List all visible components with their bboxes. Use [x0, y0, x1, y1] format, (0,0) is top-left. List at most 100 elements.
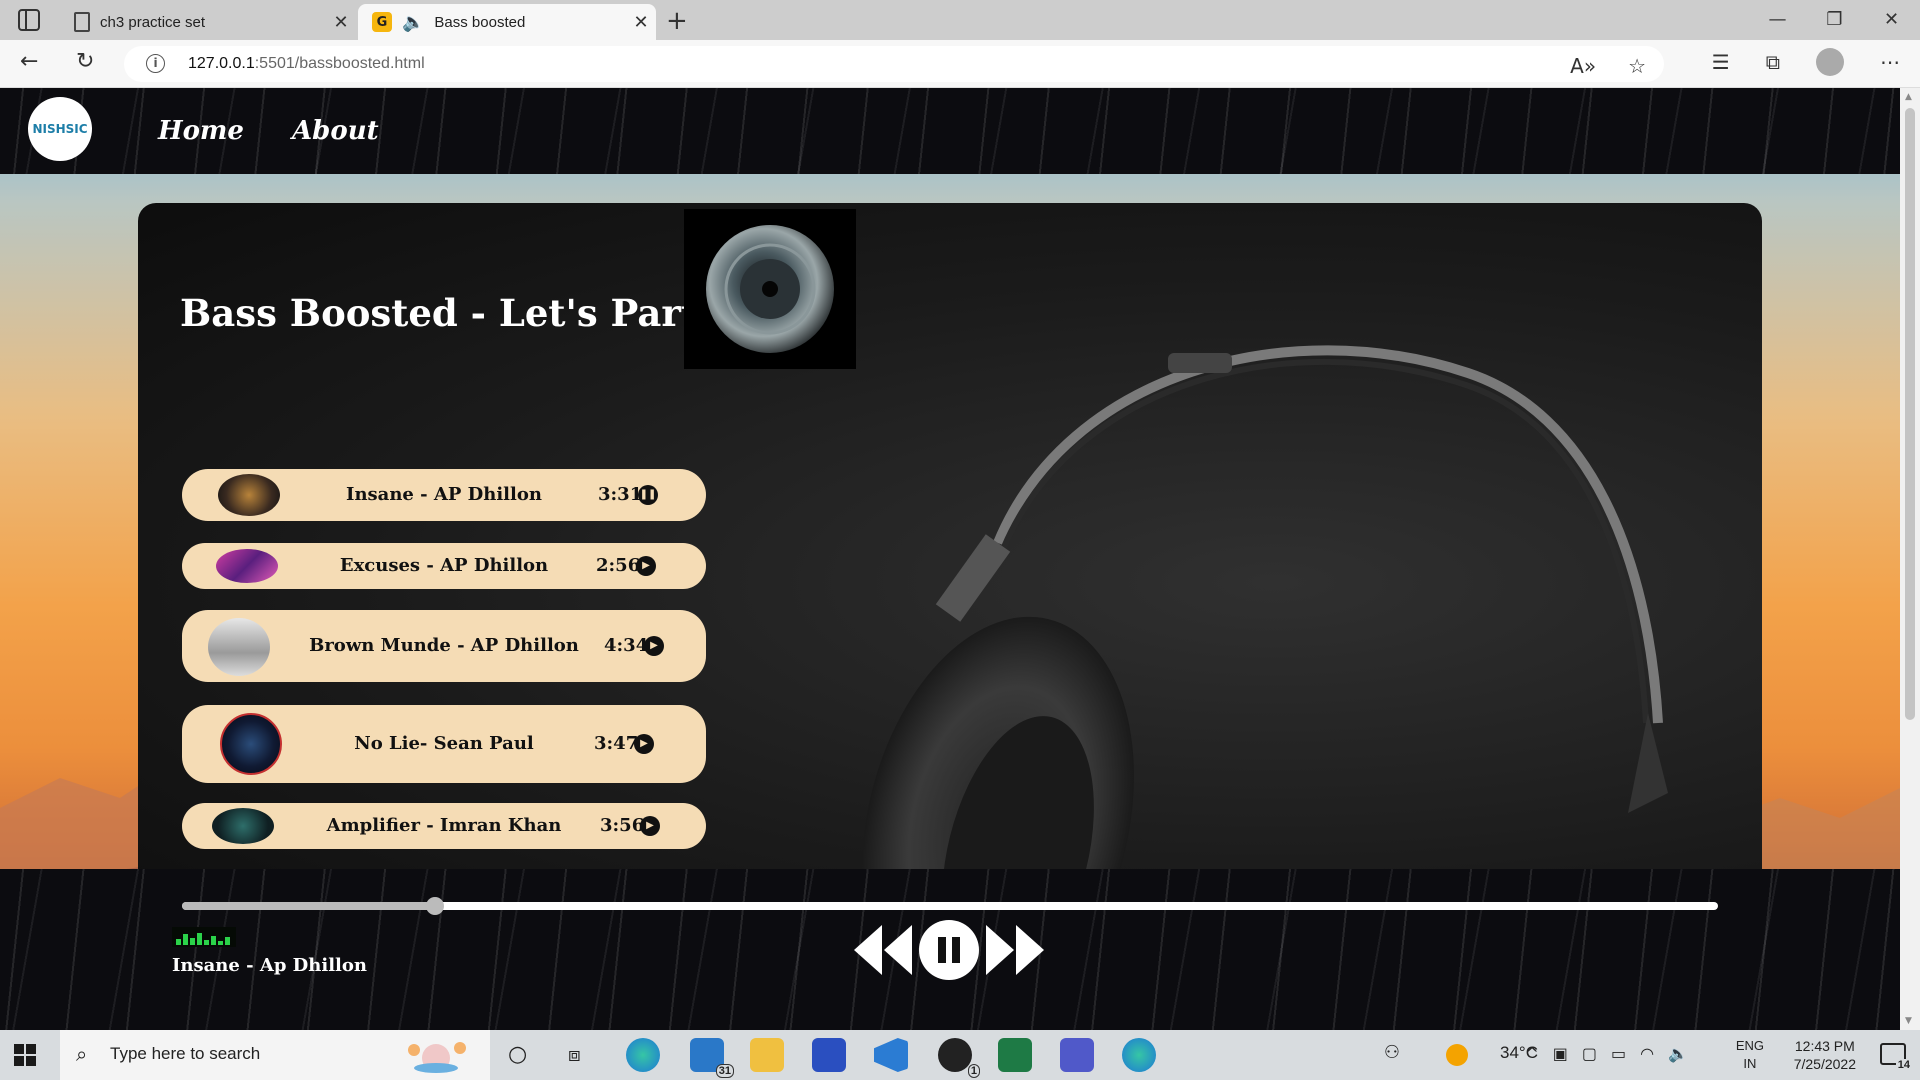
- search-highlight-icon: [408, 1042, 466, 1073]
- window-controls: — ❐ ✕: [1749, 0, 1920, 40]
- close-icon[interactable]: ✕: [1863, 0, 1920, 40]
- edge-icon[interactable]: [626, 1038, 660, 1072]
- address-bar-row: ← ↻ i 127.0.0.1:5501/bassboosted.html A»…: [0, 40, 1920, 88]
- browser-toolbar: ☰ ⧉ ⋯: [1712, 48, 1900, 76]
- tab-actions-icon[interactable]: [18, 9, 40, 31]
- logo-text: NISHSIC: [32, 122, 88, 136]
- song-duration: 2:56: [596, 555, 641, 576]
- nav-about-link[interactable]: About: [292, 116, 379, 146]
- collections-icon[interactable]: ⧉: [1766, 50, 1780, 74]
- song-item[interactable]: Insane - AP Dhillon 3:31 ❚❚: [182, 469, 706, 521]
- speaker-image: [684, 209, 856, 369]
- now-playing-title: Insane - Ap Dhillon: [172, 955, 367, 976]
- browser-tab-bar: ch3 practice set ✕ G 🔈 Bass boosted ✕ + …: [0, 0, 1920, 40]
- close-tab-icon[interactable]: ✕: [326, 12, 356, 33]
- progress-bar[interactable]: [182, 897, 1718, 915]
- chevron-up-icon[interactable]: ^: [1525, 1044, 1538, 1063]
- new-tab-button[interactable]: +: [666, 6, 688, 36]
- progress-knob[interactable]: [426, 897, 445, 915]
- song-duration: 3:47: [594, 733, 639, 754]
- equalizer-gif: [172, 927, 236, 947]
- more-menu-icon[interactable]: ⋯: [1880, 50, 1900, 74]
- task-view-icon[interactable]: ⧈: [568, 1042, 581, 1066]
- people-icon[interactable]: ⚇: [1384, 1042, 1400, 1063]
- song-item[interactable]: Brown Munde - AP Dhillon 4:34 ▶: [182, 610, 706, 682]
- page-scrollbar[interactable]: ▲ ▼: [1900, 88, 1920, 1030]
- meet-now-icon[interactable]: ▢: [1582, 1044, 1597, 1063]
- audio-playing-icon[interactable]: 🔈: [402, 12, 424, 33]
- notification-icon[interactable]: 14: [1880, 1043, 1912, 1071]
- file-explorer-icon[interactable]: [750, 1038, 784, 1072]
- page-icon: [74, 12, 90, 32]
- song-duration: 3:56: [600, 815, 645, 836]
- tab-ch3-practice-set[interactable]: ch3 practice set ✕: [60, 4, 356, 40]
- weather-icon[interactable]: [1446, 1044, 1468, 1066]
- xbox-icon[interactable]: 1: [938, 1038, 980, 1078]
- vscode-icon[interactable]: [874, 1038, 908, 1072]
- favorites-icon[interactable]: ☰: [1712, 50, 1730, 74]
- tab-title: ch3 practice set: [100, 13, 206, 31]
- pause-icon[interactable]: ❚❚: [638, 485, 658, 505]
- wifi-icon[interactable]: ◠: [1640, 1044, 1654, 1063]
- play-icon[interactable]: ▶: [636, 556, 656, 576]
- scrollbar-thumb[interactable]: [1905, 108, 1915, 720]
- minimize-icon[interactable]: —: [1749, 0, 1806, 40]
- tray-icons: ^ ▣ ▢ ▭ ◠ 🔈: [1525, 1044, 1688, 1063]
- nav-home-link[interactable]: Home: [158, 116, 244, 146]
- song-item[interactable]: Excuses - AP Dhillon 2:56 ▶: [182, 543, 706, 589]
- address-bar-icons: A» ☆: [1570, 54, 1646, 78]
- notification-count: 14: [1895, 1059, 1912, 1071]
- close-tab-icon[interactable]: ✕: [626, 12, 656, 33]
- profile-avatar[interactable]: [1816, 48, 1844, 76]
- back-icon[interactable]: ←: [20, 49, 38, 74]
- scroll-up-icon[interactable]: ▲: [1905, 92, 1912, 102]
- windows-start-icon[interactable]: [14, 1044, 36, 1066]
- app-icon[interactable]: [812, 1038, 846, 1072]
- language-indicator[interactable]: ENG IN: [1736, 1037, 1764, 1073]
- song-duration: 3:31: [598, 484, 643, 505]
- player-bar: Insane - Ap Dhillon: [0, 869, 1900, 1030]
- url-text[interactable]: 127.0.0.1:5501/bassboosted.html: [188, 55, 425, 73]
- site-favicon-icon: G: [372, 12, 392, 32]
- excel-icon[interactable]: [998, 1038, 1032, 1072]
- pause-icon[interactable]: [918, 919, 980, 981]
- taskbar-search[interactable]: ⌕ Type here to search: [60, 1030, 490, 1080]
- play-icon[interactable]: ▶: [634, 734, 654, 754]
- add-favorite-icon[interactable]: ☆: [1628, 54, 1646, 78]
- forward-icon[interactable]: [984, 919, 1046, 981]
- cortana-icon[interactable]: ○: [508, 1042, 527, 1067]
- playlist-container: Bass Boosted - Let's Party Insane - AP D…: [138, 203, 1762, 893]
- read-aloud-icon[interactable]: A»: [1570, 54, 1596, 78]
- backward-icon[interactable]: [852, 919, 914, 981]
- windows-taskbar: ⌕ Type here to search ○ ⧈ 31 1 ⚇ 34°C ^ …: [0, 1030, 1920, 1080]
- site-info-icon[interactable]: i: [146, 54, 165, 73]
- restore-icon[interactable]: ❐: [1806, 0, 1863, 40]
- play-icon[interactable]: ▶: [640, 816, 660, 836]
- edge-beta-icon[interactable]: [1122, 1038, 1156, 1072]
- search-icon: ⌕: [76, 1042, 88, 1066]
- xbox-badge: 1: [967, 1064, 980, 1078]
- song-item[interactable]: Amplifier - Imran Khan 3:56 ▶: [182, 803, 706, 849]
- site-logo[interactable]: NISHSIC: [28, 97, 92, 161]
- mail-icon[interactable]: 31: [690, 1038, 734, 1078]
- system-clock[interactable]: 12:43 PM 7/25/2022: [1794, 1037, 1856, 1073]
- player-controls: [852, 919, 1046, 981]
- volume-icon[interactable]: 🔈: [1668, 1044, 1688, 1063]
- headphones-image: [862, 345, 1668, 893]
- tab-bass-boosted[interactable]: G 🔈 Bass boosted ✕: [358, 4, 656, 40]
- teams-icon[interactable]: [1060, 1038, 1094, 1072]
- play-icon[interactable]: ▶: [644, 636, 664, 656]
- site-navbar: NISHSIC Home About: [0, 88, 1900, 174]
- progress-fill: [182, 902, 436, 910]
- page-heading: Bass Boosted - Let's Party: [180, 291, 720, 335]
- refresh-icon[interactable]: ↻: [76, 49, 94, 74]
- search-placeholder: Type here to search: [110, 1044, 261, 1063]
- battery-icon[interactable]: ▭: [1611, 1044, 1626, 1063]
- song-item[interactable]: No Lie- Sean Paul 3:47 ▶: [182, 705, 706, 783]
- system-tray: ⚇ 34°C ^ ▣ ▢ ▭ ◠ 🔈 ENG IN 12:43 PM 7/25/20…: [1320, 1030, 1920, 1080]
- song-duration: 4:34: [604, 635, 649, 656]
- tab-title: Bass boosted: [434, 13, 526, 31]
- scroll-down-icon[interactable]: ▼: [1905, 1016, 1912, 1026]
- usb-icon[interactable]: ▣: [1553, 1044, 1568, 1063]
- address-bar[interactable]: i 127.0.0.1:5501/bassboosted.html A» ☆: [124, 46, 1664, 82]
